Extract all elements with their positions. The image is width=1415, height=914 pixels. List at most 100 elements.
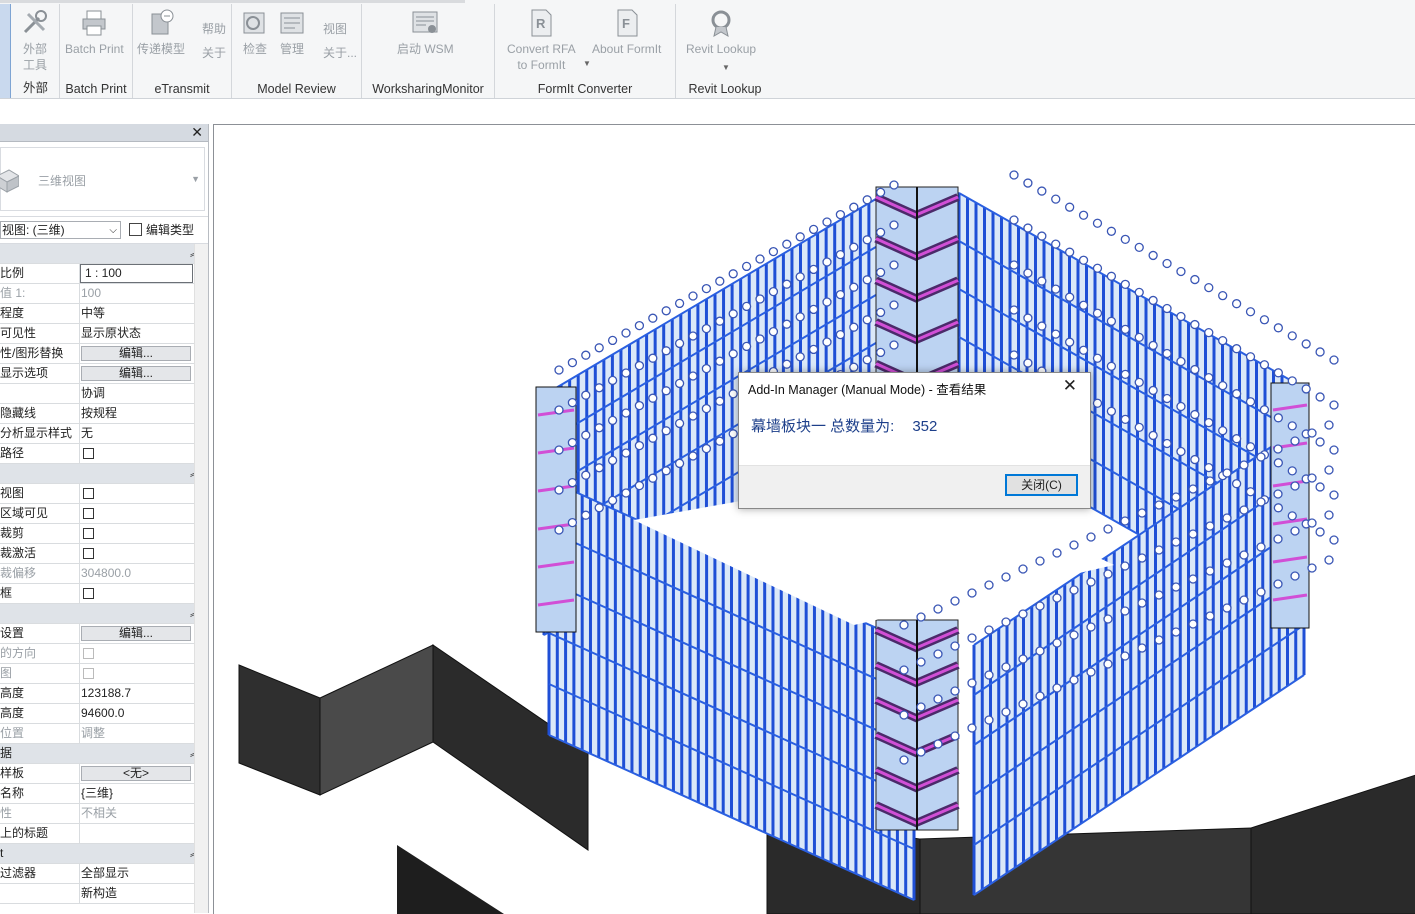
connector-node-icon: [984, 715, 994, 725]
view-button[interactable]: 视图: [323, 20, 347, 37]
property-checkbox[interactable]: [83, 588, 94, 599]
connector-node-icon: [967, 633, 977, 643]
help-button[interactable]: 帮助: [202, 20, 226, 37]
connector-node-icon: [1035, 601, 1045, 611]
property-value[interactable]: 123188.7: [81, 684, 193, 703]
connector-node-icon: [701, 443, 712, 454]
property-edit-button[interactable]: <无>: [81, 766, 191, 781]
start-wsm-button[interactable]: 启动 WSM: [397, 6, 454, 57]
manage-label: 管理: [279, 42, 304, 56]
about-button[interactable]: 关于: [202, 44, 226, 61]
model-graphics[interactable]: [214, 125, 1415, 914]
property-checkbox[interactable]: [83, 528, 94, 539]
connector-node-icon: [1078, 300, 1089, 310]
property-value[interactable]: 中等: [81, 304, 193, 323]
type-selector-box[interactable]: 三维视图 ▼: [0, 147, 205, 211]
chevron-down-icon[interactable]: ▼: [191, 174, 200, 184]
property-input[interactable]: 1 : 100: [80, 264, 193, 283]
property-value[interactable]: 显示原状态: [81, 324, 193, 343]
connector-node-icon: [1120, 324, 1130, 334]
connector-node-icon: [1103, 614, 1113, 624]
connector-node-icon: [1154, 590, 1164, 600]
about-view-button[interactable]: 关于...: [323, 44, 357, 61]
property-checkbox[interactable]: [83, 508, 94, 519]
close-icon[interactable]: ✕: [191, 124, 203, 141]
connector-node-icon: [933, 694, 943, 704]
edit-type-label: 编辑类型: [146, 223, 195, 237]
properties-scrollbar[interactable]: [194, 244, 208, 913]
view-instance-select[interactable]: 视图: (三维) ⌵: [0, 221, 121, 239]
property-group-header[interactable]: ︽: [0, 604, 207, 624]
property-value[interactable]: [81, 824, 193, 843]
connector-node-icon: [1245, 487, 1256, 497]
convert-rfa-button[interactable]: R Convert RFA to FormIt ▼: [507, 6, 591, 73]
connector-node-icon: [1231, 299, 1242, 309]
3d-view-canvas[interactable]: [213, 124, 1415, 914]
property-checkbox[interactable]: [83, 448, 94, 459]
connector-node-icon: [741, 341, 752, 352]
property-label: 设置: [0, 624, 80, 643]
type-selector[interactable]: 三维视图 ▼: [0, 142, 208, 217]
connector-node-icon: [849, 202, 859, 212]
property-value[interactable]: 按规程: [81, 404, 193, 423]
connector-node-icon: [835, 249, 846, 260]
property-group-header[interactable]: 据︽: [0, 744, 207, 764]
connector-node-icon: [1205, 611, 1215, 621]
about-formit-button[interactable]: F About FormIt: [592, 6, 661, 57]
check-button[interactable]: 检查: [240, 6, 270, 57]
property-value[interactable]: 94600.0: [81, 704, 193, 723]
property-row: 高度 123188.7: [0, 684, 207, 704]
connector-node-icon: [1171, 582, 1181, 592]
connector-node-icon: [1103, 524, 1113, 534]
connector-node-icon: [755, 294, 765, 304]
connector-node-icon: [1069, 585, 1079, 595]
connector-node-icon: [1051, 284, 1061, 294]
prev-panel-edge[interactable]: [0, 4, 11, 98]
connector-node-icon: [916, 747, 926, 757]
property-checkbox[interactable]: [83, 548, 94, 559]
property-value[interactable]: 无: [81, 424, 193, 443]
connector-node-icon: [1106, 226, 1117, 236]
connector-node-icon: [1287, 376, 1297, 386]
batch-print-button[interactable]: Batch Print: [65, 6, 124, 57]
revit-lookup-button[interactable]: Revit Lookup ▼: [686, 6, 756, 72]
property-row: 比例 1 : 100: [0, 264, 207, 284]
connector-node-icon: [1086, 622, 1096, 632]
property-group-header[interactable]: ︽: [0, 244, 207, 264]
connector-node-icon: [1009, 215, 1019, 225]
mass-block: [919, 827, 1252, 914]
connector-node-icon: [1051, 194, 1061, 204]
property-value[interactable]: {三维}: [81, 784, 193, 803]
connector-node-icon: [1092, 398, 1103, 408]
property-row: 分析显示样式无: [0, 424, 207, 444]
property-value[interactable]: 协调: [81, 384, 193, 403]
close-button[interactable]: 关闭(C): [1005, 474, 1078, 496]
property-row: 位置 调整: [0, 724, 207, 744]
connector-node-icon: [1307, 518, 1317, 528]
connector-node-icon: [1035, 646, 1045, 656]
property-edit-button[interactable]: 编辑...: [81, 366, 191, 381]
property-edit-button[interactable]: 编辑...: [81, 626, 191, 641]
connector-node-icon: [1001, 572, 1011, 582]
property-value[interactable]: 全部显示: [81, 864, 193, 883]
property-value[interactable]: 新构造: [81, 884, 193, 903]
manage-button[interactable]: 管理: [277, 6, 307, 57]
connector-node-icon: [1231, 434, 1242, 444]
property-group-header[interactable]: t︽: [0, 844, 207, 864]
ribbon: 外部 工具 外部 Batch Print Batch Print 传递模型 eT…: [0, 0, 1415, 99]
property-label: 分析显示样式: [0, 424, 80, 443]
connector-node-icon: [728, 429, 738, 439]
property-group-header[interactable]: ︽: [0, 464, 207, 484]
edit-type-button[interactable]: 编辑类型: [129, 221, 194, 239]
connector-node-icon: [1273, 368, 1283, 378]
connector-node-icon: [1092, 353, 1103, 363]
close-icon[interactable]: ✕: [1063, 376, 1077, 396]
property-edit-button[interactable]: 编辑...: [81, 346, 191, 361]
connector-node-icon: [634, 320, 645, 331]
property-checkbox[interactable]: [83, 488, 94, 499]
connector-node-icon: [822, 337, 832, 347]
transmit-model-button[interactable]: 传递模型: [137, 6, 185, 57]
external-tools-button[interactable]: 外部 工具: [20, 6, 50, 73]
chevron-down-icon: ▼: [722, 63, 730, 72]
property-row: 名称 {三维}: [0, 784, 207, 804]
